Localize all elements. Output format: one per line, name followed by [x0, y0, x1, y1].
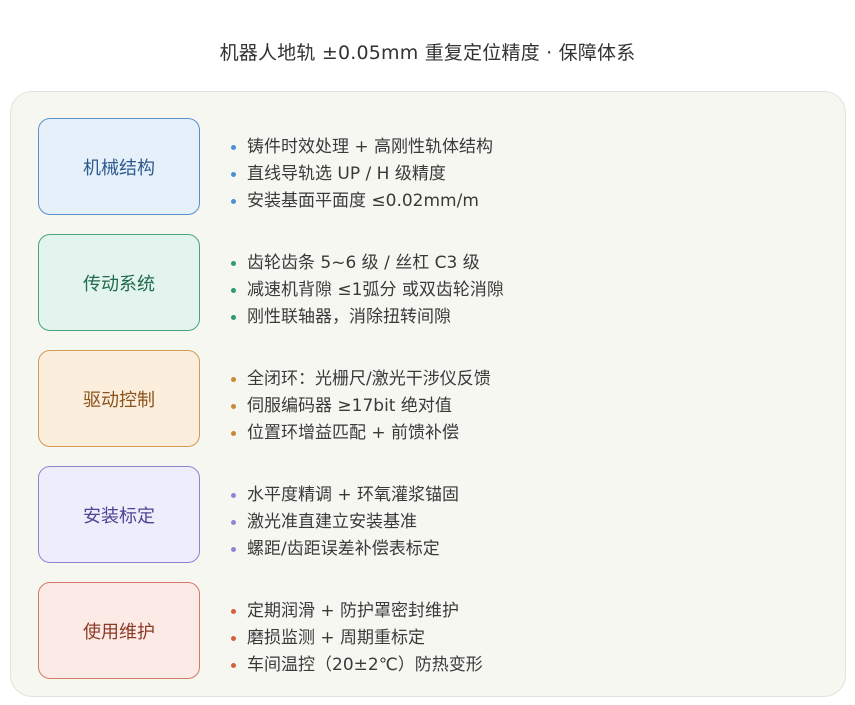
- category-row-drive-control: 驱动控制 全闭环：光栅尺/激光干涉仪反馈 伺服编码器 ≥17bit 绝对值 位置…: [38, 350, 828, 448]
- category-row-transmission: 传动系统 齿轮齿条 5~6 级 / 丝杠 C3 级 减速机背隙 ≤1弧分 或双齿…: [38, 234, 828, 332]
- list-item: 减速机背隙 ≤1弧分 或双齿轮消隙: [231, 277, 504, 304]
- item-text: 铸件时效处理 + 高刚性轨体结构: [247, 137, 494, 157]
- diagram-panel: 机械结构 铸件时效处理 + 高刚性轨体结构 直线导轨选 UP / H 级精度 安…: [10, 91, 846, 697]
- bullet-dot-icon: [231, 609, 236, 614]
- bullet-dot-icon: [231, 377, 236, 382]
- category-label: 传动系统: [83, 273, 155, 295]
- category-items: 铸件时效处理 + 高刚性轨体结构 直线导轨选 UP / H 级精度 安装基面平面…: [231, 134, 493, 215]
- item-text: 车间温控（20±2℃）防热变形: [247, 655, 483, 675]
- item-text: 减速机背隙 ≤1弧分 或双齿轮消隙: [247, 280, 504, 300]
- item-text: 直线导轨选 UP / H 级精度: [247, 164, 446, 184]
- list-item: 直线导轨选 UP / H 级精度: [231, 161, 493, 188]
- bullet-dot-icon: [231, 145, 236, 150]
- item-text: 水平度精调 + 环氧灌浆锚固: [247, 485, 460, 505]
- list-item: 伺服编码器 ≥17bit 绝对值: [231, 393, 491, 420]
- category-label: 驱动控制: [83, 389, 155, 411]
- category-box: 使用维护: [38, 582, 200, 679]
- bullet-dot-icon: [231, 547, 236, 552]
- item-text: 齿轮齿条 5~6 级 / 丝杠 C3 级: [247, 253, 480, 273]
- bullet-dot-icon: [231, 315, 236, 320]
- bullet-dot-icon: [231, 636, 236, 641]
- bullet-dot-icon: [231, 404, 236, 409]
- category-items: 全闭环：光栅尺/激光干涉仪反馈 伺服编码器 ≥17bit 绝对值 位置环增益匹配…: [231, 366, 491, 447]
- list-item: 螺距/齿距误差补偿表标定: [231, 536, 459, 563]
- list-item: 全闭环：光栅尺/激光干涉仪反馈: [231, 366, 491, 393]
- category-row-mechanical: 机械结构 铸件时效处理 + 高刚性轨体结构 直线导轨选 UP / H 级精度 安…: [38, 118, 828, 216]
- category-label: 机械结构: [83, 157, 155, 179]
- bullet-dot-icon: [231, 261, 236, 266]
- category-items: 定期润滑 + 防护罩密封维护 磨损监测 + 周期重标定 车间温控（20±2℃）防…: [231, 598, 483, 679]
- bullet-dot-icon: [231, 493, 236, 498]
- category-items: 齿轮齿条 5~6 级 / 丝杠 C3 级 减速机背隙 ≤1弧分 或双齿轮消隙 刚…: [231, 250, 504, 331]
- category-row-installation: 安装标定 水平度精调 + 环氧灌浆锚固 激光准直建立安装基准 螺距/齿距误差补偿…: [38, 466, 828, 564]
- category-box: 传动系统: [38, 234, 200, 331]
- category-box: 机械结构: [38, 118, 200, 215]
- list-item: 位置环增益匹配 + 前馈补偿: [231, 420, 491, 447]
- list-item: 齿轮齿条 5~6 级 / 丝杠 C3 级: [231, 250, 504, 277]
- list-item: 定期润滑 + 防护罩密封维护: [231, 598, 483, 625]
- category-box: 安装标定: [38, 466, 200, 563]
- item-text: 伺服编码器 ≥17bit 绝对值: [247, 396, 452, 416]
- item-text: 定期润滑 + 防护罩密封维护: [247, 601, 460, 621]
- list-item: 铸件时效处理 + 高刚性轨体结构: [231, 134, 493, 161]
- category-items: 水平度精调 + 环氧灌浆锚固 激光准直建立安装基准 螺距/齿距误差补偿表标定: [231, 482, 459, 563]
- category-label: 使用维护: [83, 621, 155, 643]
- diagram-title: 机器人地轨 ±0.05mm 重复定位精度 · 保障体系: [219, 42, 636, 64]
- category-label: 安装标定: [83, 505, 155, 527]
- bullet-dot-icon: [231, 431, 236, 436]
- item-text: 刚性联轴器，消除扭转间隙: [247, 307, 451, 327]
- item-text: 位置环增益匹配 + 前馈补偿: [247, 423, 460, 443]
- bullet-dot-icon: [231, 520, 236, 525]
- item-text: 螺距/齿距误差补偿表标定: [247, 539, 440, 559]
- item-text: 激光准直建立安装基准: [247, 512, 417, 532]
- item-text: 全闭环：光栅尺/激光干涉仪反馈: [247, 369, 491, 389]
- list-item: 激光准直建立安装基准: [231, 509, 459, 536]
- bullet-dot-icon: [231, 288, 236, 293]
- list-item: 安装基面平面度 ≤0.02mm/m: [231, 188, 493, 215]
- bullet-dot-icon: [231, 199, 236, 204]
- item-text: 安装基面平面度 ≤0.02mm/m: [247, 191, 479, 211]
- list-item: 刚性联轴器，消除扭转间隙: [231, 304, 504, 331]
- list-item: 磨损监测 + 周期重标定: [231, 625, 483, 652]
- category-row-maintenance: 使用维护 定期润滑 + 防护罩密封维护 磨损监测 + 周期重标定 车间温控（20…: [38, 582, 828, 680]
- bullet-dot-icon: [231, 663, 236, 668]
- bullet-dot-icon: [231, 172, 236, 177]
- list-item: 水平度精调 + 环氧灌浆锚固: [231, 482, 459, 509]
- category-box: 驱动控制: [38, 350, 200, 447]
- item-text: 磨损监测 + 周期重标定: [247, 628, 426, 648]
- list-item: 车间温控（20±2℃）防热变形: [231, 652, 483, 679]
